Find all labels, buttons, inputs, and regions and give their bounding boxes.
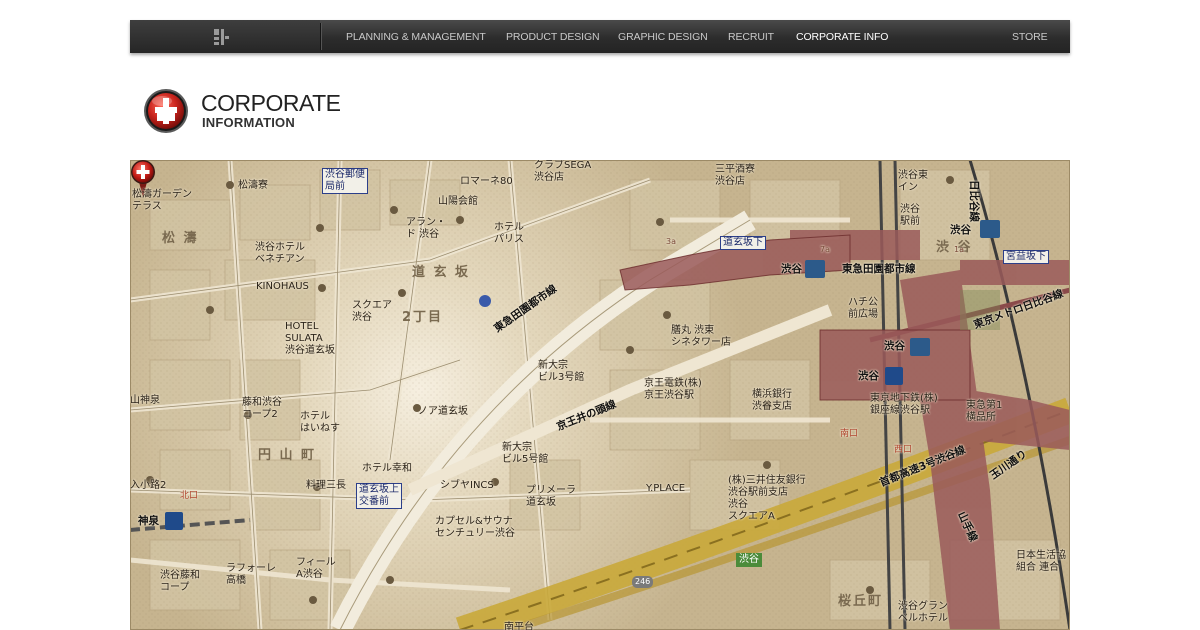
map-label-shibuya-3: 渋谷 [884,340,905,352]
map-label-shibuya-2: 渋谷 [950,224,971,236]
map-label-fujimura: 藤和渋谷 コープ2 [242,397,282,420]
map-label-shoto-garden: 松濤ガーデン テラス [132,189,192,212]
map-label-shibuya-incs: シブヤINCS [440,480,494,491]
map-label-sanpei: 三平酒寮 渋谷店 [715,164,755,187]
location-map[interactable]: 渋谷郵便 局前 松濤ガーデン テラス 松濤寮 松 濤 クラブSEGA 渋谷店 ロ… [130,160,1070,630]
map-label-shibuya-plaza: 渋谷 駅前 [900,204,920,227]
map-label-shibuya-kohe: 渋谷藤和 コープ [160,570,200,593]
map-label-shinsen-jinja: 山神泉 [130,395,160,406]
nav-recruit[interactable]: RECRUIT [728,20,774,53]
top-navigation-bar: PLANNING & MANAGEMENT PRODUCT DESIGN GRA… [130,20,1070,53]
map-label-hotel-kowa: ホテル幸和 [362,463,412,474]
map-label-hibiya-d: 日比谷線 [968,180,980,222]
map-label-nihon-seikatsu: 日本生活協 組合 連合 [1016,550,1066,573]
map-label-kinohaus: KINOHAUS [256,281,309,292]
map-label-romane: ロマーネ80 [460,176,513,187]
map-label-square: スクエア 渋谷 [352,300,392,323]
map-label-shibuya-post: 渋谷郵便 局前 [322,168,368,194]
map-label-sanyokaku: 山陽会館 [438,196,478,207]
map-label-dogenzaka-area: 道 玄 坂 [412,265,471,280]
map-label-sakuragaoka: 桜丘町 [838,594,884,609]
map-label-shibuya-4: 渋谷 [858,370,879,382]
nav-corporate-info[interactable]: CORPORATE INFO [796,20,888,53]
map-label-feel: フィール A渋谷 [296,557,336,580]
nav-graphic-design[interactable]: GRAPHIC DESIGN [618,20,708,53]
nav-divider [320,23,321,50]
map-label-sub-3a: 3a [666,237,676,246]
map-label-nishin-5: 新大宗 ビル5号館 [502,442,549,465]
map-label-shibuya-grand: 渋谷グラン ベルホテル [898,601,948,624]
map-label-hotel-paris: ホテル パリス [494,222,524,245]
map-label-kitaguchi: 北口 [180,491,199,501]
map-label-shibuya-1: 渋谷 [781,263,802,275]
map-label-ryori: 料理三長 [306,480,346,491]
page-title: CORPORATE [201,90,341,116]
map-label-dogenzakaue: 道玄坂上 交番前 [356,483,402,509]
map-label-nankou: 南口 [840,429,859,439]
map-label-nishin-3: 新大宗 ビル3号館 [538,360,585,383]
map-label-shinsen: 神泉 [138,515,159,527]
nav-store[interactable]: STORE [1012,20,1048,53]
map-label-sub-1a: 1a [954,245,964,254]
map-label-capsule: カプセル&サウナ センチュリー渋谷 [435,516,515,539]
map-label-keio-dentetsu: 京王電鉄(株) 京王渋谷駅 [644,378,702,401]
map-label-marunouchi-cinema: 膳丸 渋東 シネタワー店 [671,325,731,348]
map-label-shotoryo: 松濤寮 [238,180,268,191]
map-label-hotel-hainesu: ホテル はいねす [300,411,340,434]
map-label-minami-hira: 南平台 [504,622,534,630]
map-label-irikomi: 入小路2 [130,480,167,491]
map-label-toyoko-line: 東急田園都市線 [842,263,916,275]
map-label-yplace: Y.PLACE [646,483,686,494]
map-label-hotel-venechia: 渋谷ホテル ベネチアン [255,242,305,265]
map-label-sumitomo: (株)三井住友銀行 渋谷駅前支店 渋谷 スクエアA [728,475,806,522]
company-logo-mark-icon [214,29,229,45]
map-label-nishiguchi: 西口 [894,445,913,455]
map-label-sub-7a: 7a [820,245,830,254]
map-label-nichome: 2丁目 [402,310,444,325]
map-label-hwy-246: 246 [632,576,654,588]
map-label-miyamasuzaka: 宮益坂下 [1003,250,1049,264]
map-label-tokyu-dept: 東急第1 横品所 [966,400,1003,423]
nav-product-design[interactable]: PRODUCT DESIGN [506,20,600,53]
map-label-club-sega: クラブSEGA 渋谷店 [534,160,592,183]
map-label-shoto-area: 松 濤 [162,231,199,246]
map-label-hotel-sulata: HOTEL SULATA 渋谷道玄坂 [285,321,335,356]
map-label-shibuya-badge: 渋谷 [736,553,762,567]
map-label-metro-exit: 東京地下鉄(株) 銀座線渋谷駅 [870,393,938,416]
nav-planning-management[interactable]: PLANNING & MANAGEMENT [346,20,486,53]
map-label-shibuya-tobu: 渋谷東 イン [898,170,928,193]
map-label-dogenzaka-shita: 道玄坂下 [720,236,766,250]
map-label-fell: ラフォーレ 高橋 [226,563,276,586]
map-label-yokohama-bank: 横浜銀行 渋谷支店 [752,389,792,412]
red-cross-emblem-icon [144,89,188,133]
page-subtitle: INFORMATION [202,115,295,130]
logo-link[interactable] [130,20,320,53]
map-label-hachiko: ハチ公 前広場 [848,297,878,320]
map-label-maruyama: 円 山 町 [258,448,317,463]
map-label-noa-dogenzaka: ノア道玄坂 [418,406,468,417]
map-label-primera: プリメーラ 道玄坂 [526,485,576,508]
map-label-alain: アラン・ ド 渋谷 [406,217,446,240]
